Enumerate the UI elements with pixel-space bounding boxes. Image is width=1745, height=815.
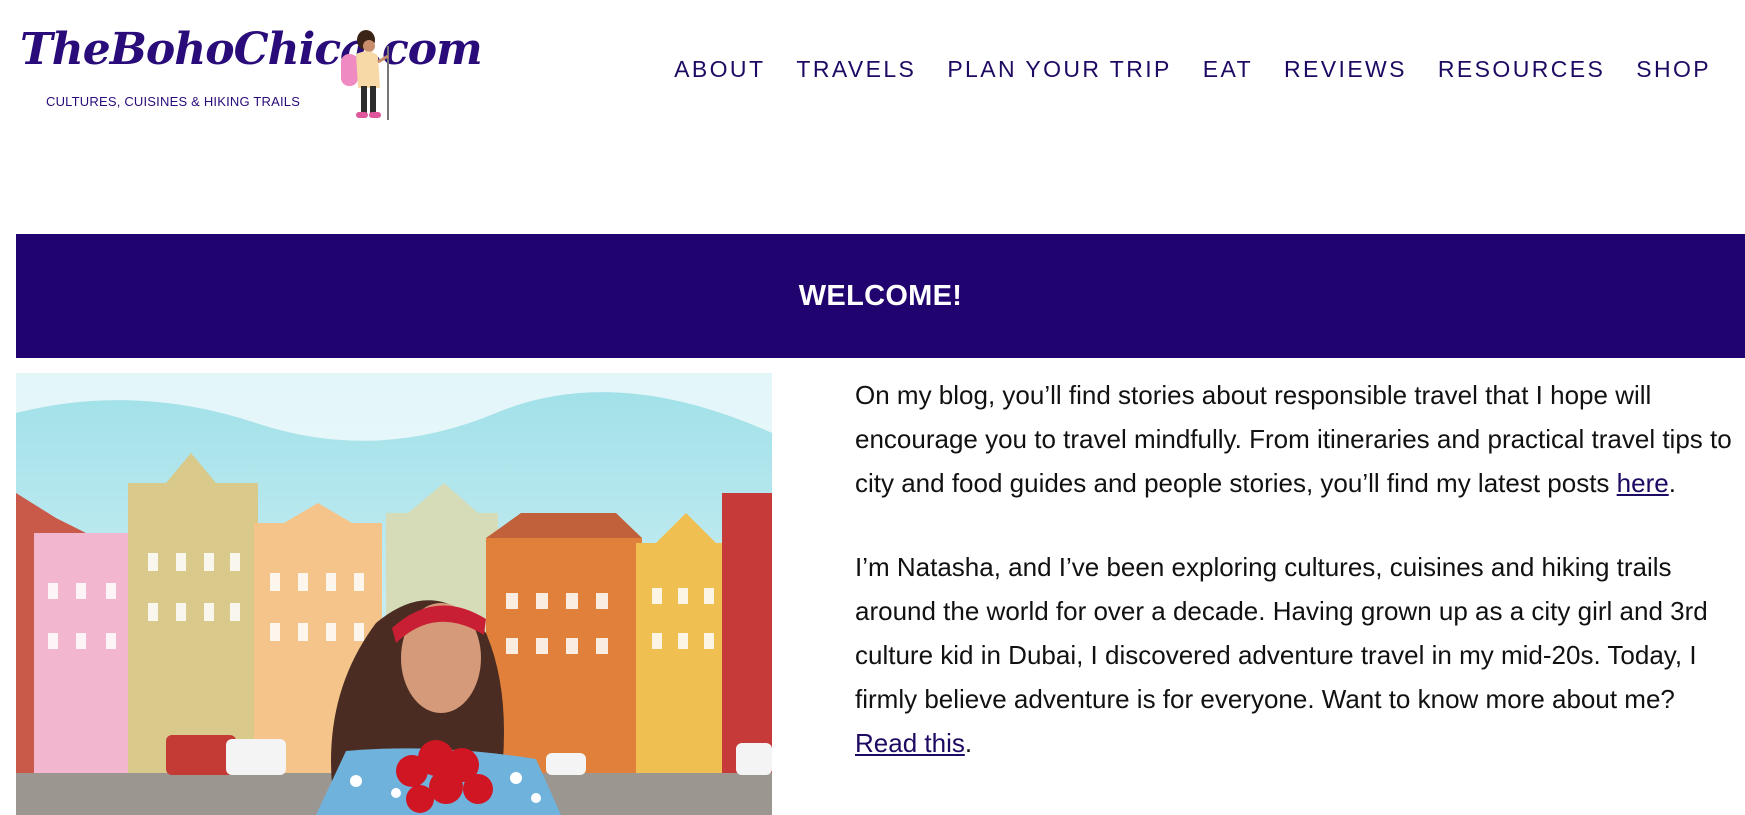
welcome-heading: WELCOME! [798, 279, 963, 312]
intro-paragraph-about-text: I’m Natasha, and I’ve been exploring cul… [855, 552, 1708, 714]
intro-paragraph-about: I’m Natasha, and I’ve been exploring cul… [855, 545, 1735, 765]
site-header: TheBohoChica.com CULTURES, CUISINES & HI… [0, 0, 1745, 160]
intro-paragraph-blog-end: . [1668, 468, 1676, 498]
hero-photo [16, 373, 772, 815]
nav-resources[interactable]: RESOURCES [1438, 55, 1605, 83]
read-this-link[interactable]: Read this [855, 728, 965, 758]
intro-text: On my blog, you’ll find stories about re… [855, 373, 1735, 805]
site-logo[interactable]: TheBohoChica.com CULTURES, CUISINES & HI… [18, 14, 483, 124]
welcome-banner: WELCOME! [16, 234, 1745, 358]
main-navigation: ABOUT TRAVELS PLAN YOUR TRIP EAT REVIEWS… [674, 55, 1711, 83]
hiker-illustration-icon [341, 30, 389, 120]
intro-paragraph-blog-text: On my blog, you’ll find stories about re… [855, 380, 1732, 498]
nav-eat[interactable]: EAT [1203, 55, 1253, 83]
latest-posts-link[interactable]: here [1617, 468, 1669, 498]
nav-plan-your-trip[interactable]: PLAN YOUR TRIP [947, 55, 1171, 83]
nav-travels[interactable]: TRAVELS [796, 55, 916, 83]
intro-paragraph-blog: On my blog, you’ll find stories about re… [855, 373, 1735, 505]
nav-shop[interactable]: SHOP [1636, 55, 1711, 83]
logo-subtitle: CULTURES, CUISINES & HIKING TRAILS [46, 94, 301, 109]
logo-title: TheBohoChica.com [20, 24, 483, 75]
nav-about[interactable]: ABOUT [674, 55, 765, 83]
intro-paragraph-about-end: . [964, 728, 973, 758]
nav-reviews[interactable]: REVIEWS [1284, 55, 1407, 83]
